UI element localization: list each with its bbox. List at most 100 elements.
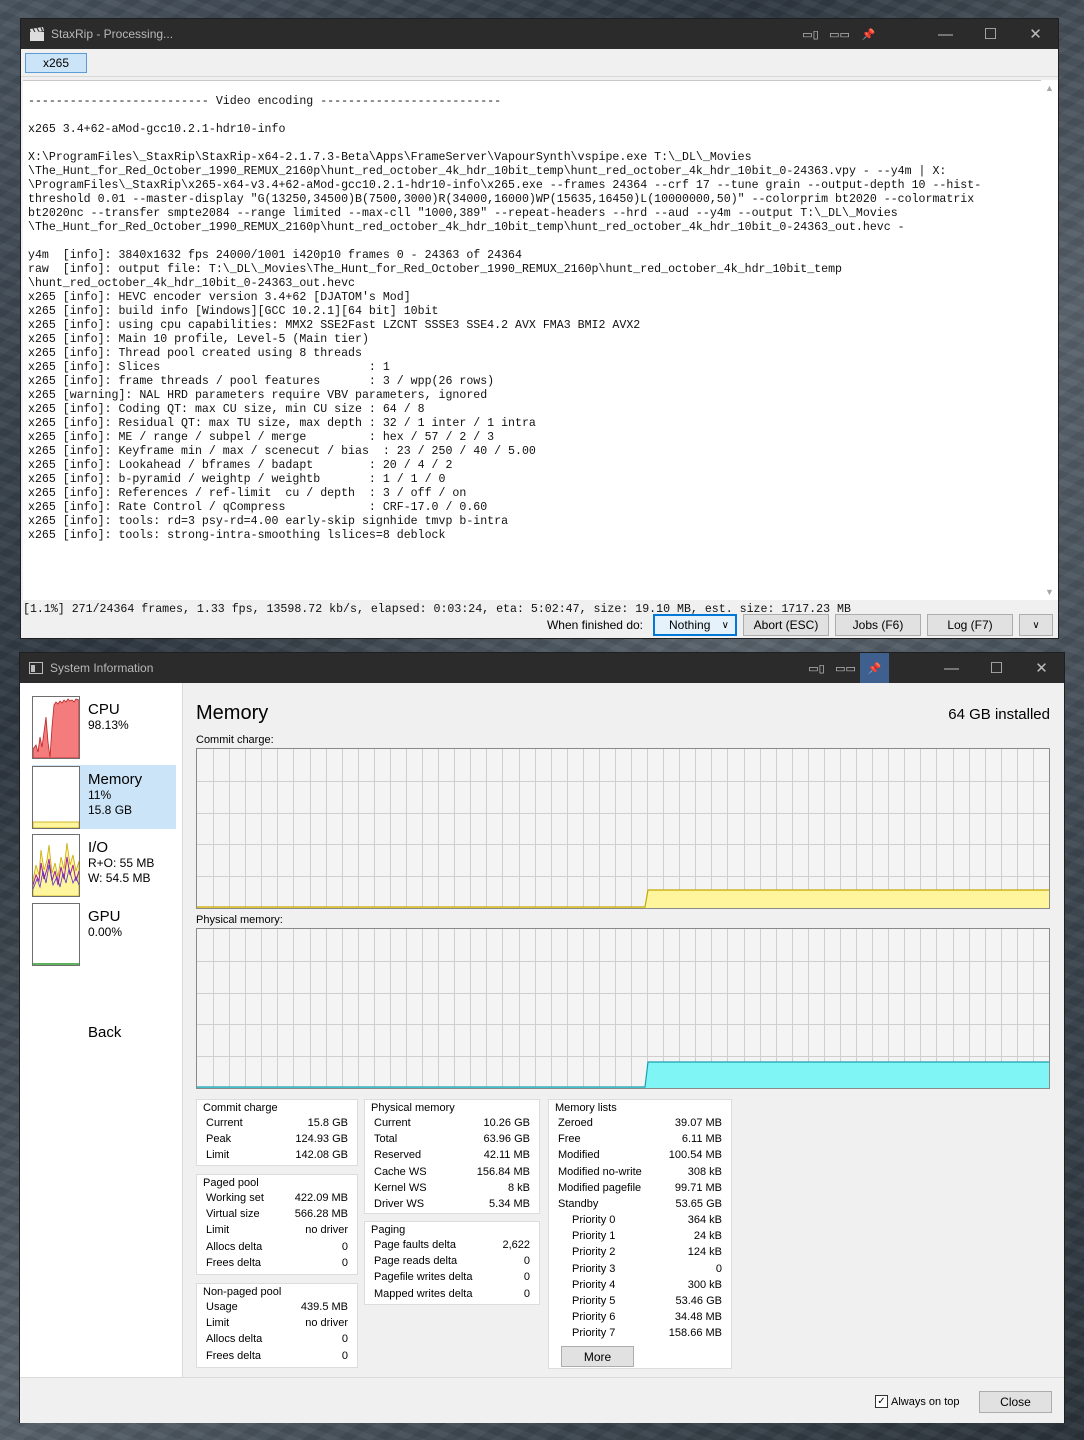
group-title: Memory lists [555, 1102, 617, 1114]
sysinfo-titlebar[interactable]: System Information ▭▯ ▭▭ 📌 — ☐ ✕ [20, 653, 1064, 683]
gpu-label: GPU [88, 908, 121, 925]
stat-label: Modified no-write [558, 1165, 642, 1178]
log-line: x265 [info]: Slices : 1 [28, 361, 390, 374]
stat-label: Frees delta [206, 1256, 262, 1269]
log-line: x265 [info]: b-pyramid / weightp / weigh… [28, 473, 446, 486]
sidebar-item-gpu[interactable]: GPU 0.00% [32, 902, 176, 966]
log-line: raw [info]: output file: T:\_DL\_Movies\… [28, 263, 843, 276]
jobs-button[interactable]: Jobs (F6) [835, 614, 921, 636]
staxrip-titlebar[interactable]: StaxRip - Processing... ▭▯ ▭▭ 📌 — ☐ ✕ [21, 19, 1058, 49]
when-finished-dropdown[interactable]: Nothing ∨ [653, 614, 737, 636]
more-button[interactable]: More [561, 1346, 634, 1367]
sidebar: CPU 98.13% Memory 11% 15.8 GB I/O R+O: 5… [20, 683, 183, 1377]
stat-row: Mapped writes delta 0 [374, 1288, 530, 1304]
sidebar-item-cpu[interactable]: CPU 98.13% [32, 695, 176, 759]
stat-value: 566.28 MB [294, 1208, 348, 1221]
cpu-usage: 98.13% [88, 718, 129, 732]
stat-label: Total [374, 1133, 398, 1146]
log-line: \hunt_red_october_4k_hdr_10bit_0-24363_o… [28, 277, 355, 290]
minimize-button[interactable]: — [929, 653, 974, 683]
memory-label: Memory [88, 771, 143, 788]
log-scrollbar[interactable]: ▲ ▼ [1041, 80, 1058, 600]
stat-row: Driver WS 5.34 MB [374, 1198, 530, 1214]
minimize-button[interactable]: — [923, 19, 968, 49]
stat-label: Priority 7 [572, 1327, 616, 1340]
sidebar-item-memory[interactable]: Memory 11% 15.8 GB [32, 765, 176, 829]
stat-value: 124 kB [687, 1246, 722, 1259]
stat-row: Peak 124.93 GB [206, 1133, 348, 1149]
io-read: R+O: 55 MB [88, 856, 155, 870]
maximize-button[interactable]: ☐ [974, 653, 1019, 683]
stat-label: Limit [206, 1317, 230, 1330]
action-bar: When finished do: Nothing ∨ Abort (ESC) … [21, 611, 1058, 639]
stat-label: Driver WS [374, 1198, 425, 1210]
window-title: StaxRip - Processing... [51, 27, 174, 41]
stat-value: 142.08 GB [295, 1149, 348, 1162]
compact-layout-icon[interactable]: ▭▭ [825, 19, 854, 49]
stat-row: Modified no-write 308 kB [558, 1166, 722, 1182]
stat-label: Priority 0 [572, 1214, 616, 1226]
scroll-up-icon[interactable]: ▲ [1045, 83, 1054, 93]
chevron-down-icon: ∨ [1032, 619, 1040, 631]
stat-value: 0 [523, 1287, 530, 1300]
stat-value: 99.71 MB [674, 1181, 722, 1194]
stat-label: Current [374, 1117, 411, 1129]
stat-row: Frees delta 0 [206, 1350, 348, 1366]
stat-value: 158.66 MB [668, 1327, 722, 1340]
stat-row: Page reads delta 0 [374, 1255, 530, 1271]
memory-lists-group: Memory lists More Zeroed 39.07 MB Free 6.11… [548, 1099, 732, 1369]
back-link[interactable]: Back [88, 1024, 121, 1041]
stat-value: 300 kB [687, 1278, 722, 1291]
close-dialog-button[interactable]: Close [979, 1391, 1052, 1413]
tab-x265[interactable]: x265 [25, 53, 87, 73]
compact-layout-icon[interactable]: ▭▭ [831, 653, 860, 683]
log-button[interactable]: Log (F7) [927, 614, 1013, 636]
stat-value: 0 [341, 1256, 348, 1269]
stat-value: 63.96 GB [483, 1133, 530, 1146]
log-line: y4m [info]: 3840x1632 fps 24000/1001 i42… [28, 249, 522, 262]
stat-row: Limit no driver [206, 1317, 348, 1333]
commit-charge-graph [196, 748, 1050, 909]
stat-label: Current [206, 1117, 243, 1129]
stat-row: Modified 100.54 MB [558, 1149, 722, 1165]
stat-row: Total 63.96 GB [374, 1133, 530, 1149]
stat-row: Pagefile writes delta 0 [374, 1271, 530, 1287]
stat-row: Usage 439.5 MB [206, 1301, 348, 1317]
stat-value: 100.54 MB [668, 1149, 722, 1162]
page-title: Memory [196, 702, 269, 724]
stat-row: Priority 2 124 kB [572, 1246, 722, 1262]
stat-value: 156.84 MB [476, 1165, 530, 1178]
stat-label: Usage [206, 1301, 238, 1313]
pin-icon[interactable]: 📌 [860, 653, 889, 683]
encoding-log[interactable]: -------------------------- Video encodin… [23, 80, 1058, 600]
log-line: -------------------------- Video encodin… [28, 95, 502, 108]
stat-value: 5.34 MB [489, 1198, 530, 1210]
stat-value: 53.65 GB [675, 1198, 722, 1210]
stat-value: 8 kB [507, 1181, 530, 1194]
stat-row: Priority 3 0 [572, 1263, 722, 1279]
pin-icon[interactable]: 📌 [854, 19, 883, 49]
system-info-icon [28, 660, 44, 676]
usage-area [197, 890, 1049, 908]
io-mini-graph [32, 834, 80, 897]
abort-button[interactable]: Abort (ESC) [743, 614, 829, 636]
maximize-button[interactable]: ☐ [968, 19, 1013, 49]
sidebar-item-io[interactable]: I/O R+O: 55 MB W: 54.5 MB [32, 833, 176, 897]
snap-layout-icon[interactable]: ▭▯ [796, 19, 825, 49]
more-menu-button[interactable]: ∨ [1019, 614, 1053, 636]
stat-value: 6.11 MB [681, 1133, 722, 1146]
stat-value: 0 [341, 1349, 348, 1362]
stat-label: Mapped writes delta [374, 1287, 473, 1300]
stat-row: Modified pagefile 99.71 MB [558, 1182, 722, 1198]
log-line: x265 [info]: tools: strong-intra-smoothi… [28, 529, 446, 542]
close-button[interactable]: ✕ [1019, 653, 1064, 683]
log-line: x265 [info]: using cpu capabilities: MMX… [28, 319, 641, 332]
scroll-down-icon[interactable]: ▼ [1045, 587, 1054, 597]
always-on-top-checkbox[interactable]: ✓ Always on top [875, 1395, 959, 1408]
close-button[interactable]: ✕ [1013, 19, 1058, 49]
snap-layout-icon[interactable]: ▭▯ [802, 653, 831, 683]
stat-value: 39.07 MB [674, 1117, 722, 1129]
stat-row: Free 6.11 MB [558, 1133, 722, 1149]
always-on-top-label: Always on top [891, 1395, 960, 1408]
